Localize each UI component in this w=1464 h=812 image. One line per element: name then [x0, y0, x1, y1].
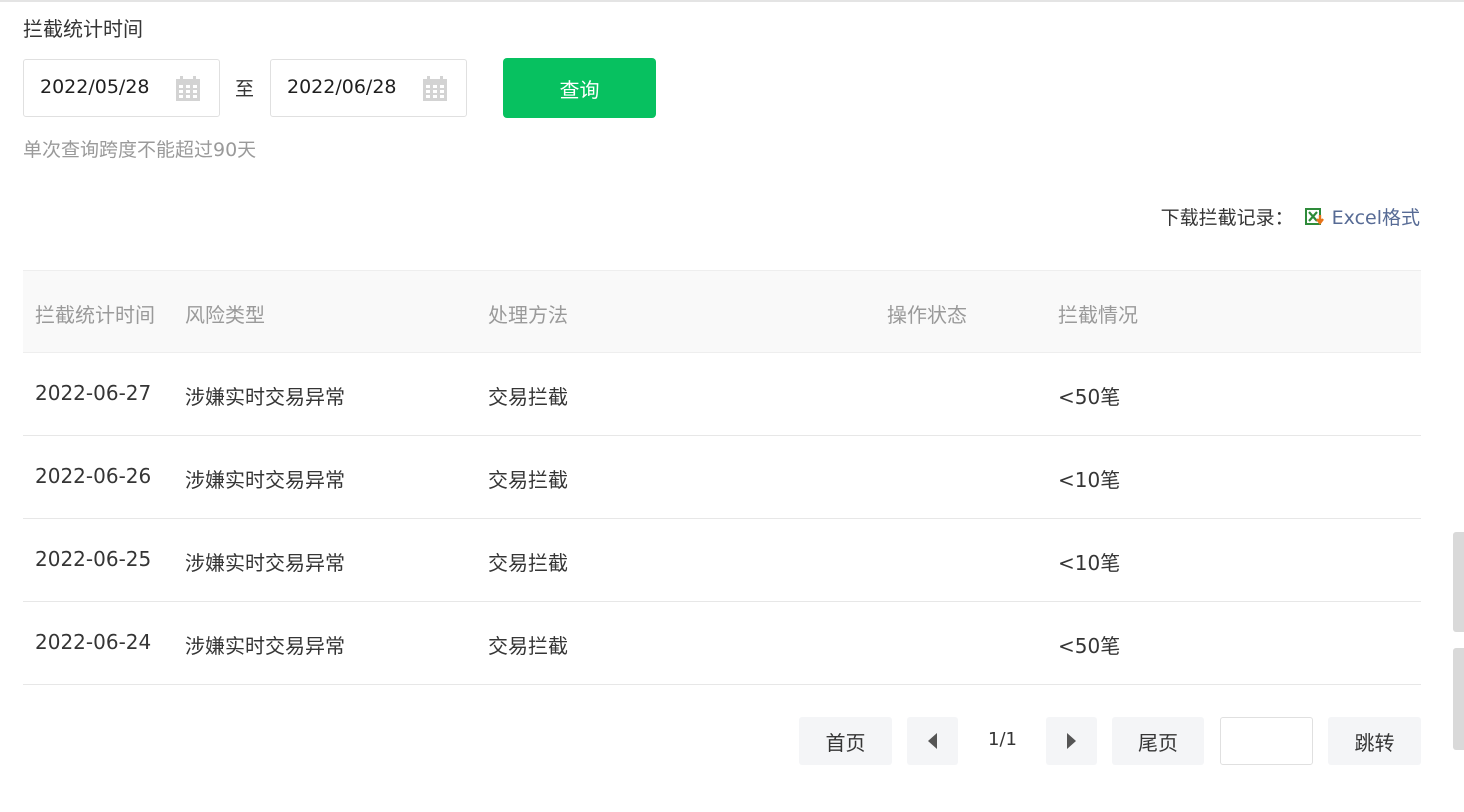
end-date-field[interactable]: 2022/06/28	[270, 59, 467, 117]
cell-result: <50笔	[1058, 385, 1121, 409]
date-separator: 至	[235, 78, 255, 100]
jump-button[interactable]: 跳转	[1328, 717, 1421, 765]
end-date-value: 2022/06/28	[287, 76, 397, 98]
calendar-icon[interactable]	[422, 76, 448, 102]
cell-result: <10笔	[1058, 551, 1121, 575]
column-header-time: 拦截统计时间	[35, 303, 155, 327]
cell-risk-type: 涉嫌实时交易异常	[185, 551, 345, 575]
start-date-value: 2022/05/28	[40, 76, 150, 98]
download-bar: 下载拦截记录： Excel格式	[1161, 203, 1420, 230]
cell-date: 2022-06-24	[35, 630, 152, 654]
scrollbar-thumb[interactable]	[1453, 532, 1464, 632]
table-row: 2022-06-24 涉嫌实时交易异常 交易拦截 <50笔	[23, 602, 1421, 685]
date-range-hint: 单次查询跨度不能超过90天	[23, 139, 257, 161]
chevron-right-icon	[1067, 733, 1076, 749]
column-header-status: 操作状态	[887, 303, 967, 327]
intercept-table: 拦截统计时间 风险类型 处理方法 操作状态 拦截情况 2022-06-27 涉嫌…	[23, 270, 1421, 685]
last-page-button[interactable]: 尾页	[1112, 717, 1204, 765]
cell-method: 交易拦截	[488, 634, 568, 658]
column-header-method: 处理方法	[488, 303, 568, 327]
cell-risk-type: 涉嫌实时交易异常	[185, 385, 345, 409]
filter-label: 拦截统计时间	[23, 17, 143, 41]
cell-risk-type: 涉嫌实时交易异常	[185, 634, 345, 658]
cell-date: 2022-06-26	[35, 464, 152, 488]
cell-method: 交易拦截	[488, 385, 568, 409]
excel-icon[interactable]	[1304, 206, 1326, 228]
scrollbar-thumb[interactable]	[1453, 648, 1464, 750]
top-divider	[0, 0, 1464, 2]
table-row: 2022-06-25 涉嫌实时交易异常 交易拦截 <10笔	[23, 519, 1421, 602]
excel-download-link[interactable]: Excel格式	[1332, 203, 1420, 230]
cell-risk-type: 涉嫌实时交易异常	[185, 468, 345, 492]
cell-method: 交易拦截	[488, 468, 568, 492]
cell-result: <50笔	[1058, 634, 1121, 658]
chevron-left-icon	[928, 733, 937, 749]
prev-page-button[interactable]	[907, 717, 958, 765]
cell-method: 交易拦截	[488, 551, 568, 575]
page-indicator: 1/1	[988, 729, 1017, 750]
download-label: 下载拦截记录：	[1160, 207, 1294, 229]
next-page-button[interactable]	[1046, 717, 1097, 765]
start-date-field[interactable]: 2022/05/28	[23, 59, 220, 117]
page-jump-input[interactable]	[1220, 717, 1313, 765]
query-button[interactable]: 查询	[503, 58, 656, 118]
column-header-risk-type: 风险类型	[185, 303, 265, 327]
table-header: 拦截统计时间 风险类型 处理方法 操作状态 拦截情况	[23, 270, 1421, 353]
first-page-button[interactable]: 首页	[799, 717, 892, 765]
column-header-result: 拦截情况	[1058, 303, 1138, 327]
table-row: 2022-06-27 涉嫌实时交易异常 交易拦截 <50笔	[23, 353, 1421, 436]
cell-result: <10笔	[1058, 468, 1121, 492]
calendar-icon[interactable]	[175, 76, 201, 102]
table-row: 2022-06-26 涉嫌实时交易异常 交易拦截 <10笔	[23, 436, 1421, 519]
cell-date: 2022-06-25	[35, 547, 152, 571]
cell-date: 2022-06-27	[35, 381, 152, 405]
